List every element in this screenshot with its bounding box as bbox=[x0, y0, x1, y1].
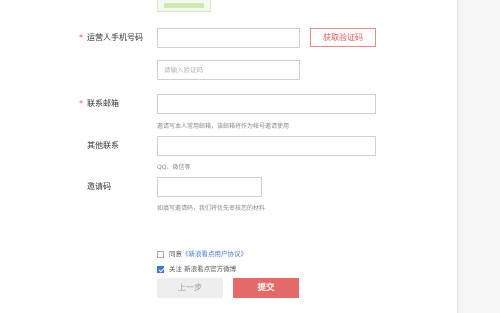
get-code-button[interactable]: 获取验证码 bbox=[310, 28, 376, 47]
invite-code-label: 邀请码 bbox=[87, 182, 111, 191]
prev-step-button[interactable]: 上一步 bbox=[157, 278, 223, 298]
follow-checkbox[interactable] bbox=[157, 265, 164, 273]
email-hint: 邀请写本人常用邮箱，该邮箱将作为帐号邀请使用 bbox=[157, 123, 290, 130]
email-input[interactable] bbox=[157, 94, 376, 114]
other-contact-hint: QQ、微信等 bbox=[157, 164, 191, 171]
follow-text: 关注 新浪看点官方微博 bbox=[169, 265, 237, 273]
right-gutter bbox=[457, 0, 500, 313]
illustration-stripe bbox=[164, 3, 204, 8]
submit-button[interactable]: 提交 bbox=[233, 278, 299, 298]
agreement-row: 同意《新浪看点用户协议》 bbox=[157, 250, 247, 258]
user-agreement-link[interactable]: 《新浪看点用户协议》 bbox=[182, 250, 247, 258]
invite-code-input[interactable] bbox=[157, 177, 262, 197]
phone-input[interactable] bbox=[157, 28, 300, 48]
top-illustration bbox=[157, 0, 211, 12]
email-required-mark: * bbox=[79, 99, 83, 108]
follow-row: 关注 新浪看点官方微博 bbox=[157, 265, 236, 273]
other-contact-label: 其他联系 bbox=[87, 141, 119, 150]
invite-code-hint: 如填写邀请码，我们将优先审核您的材料 bbox=[157, 205, 266, 212]
phone-required-mark: * bbox=[79, 33, 83, 42]
agreement-prefix: 同意 bbox=[169, 250, 182, 258]
agreement-checkbox[interactable] bbox=[157, 250, 164, 258]
verification-code-input[interactable]: 请输入验证码 bbox=[157, 60, 300, 80]
email-label: 联系邮箱 bbox=[87, 99, 119, 108]
other-contact-input[interactable] bbox=[157, 136, 376, 156]
phone-label: 运营人手机号码 bbox=[87, 33, 143, 42]
